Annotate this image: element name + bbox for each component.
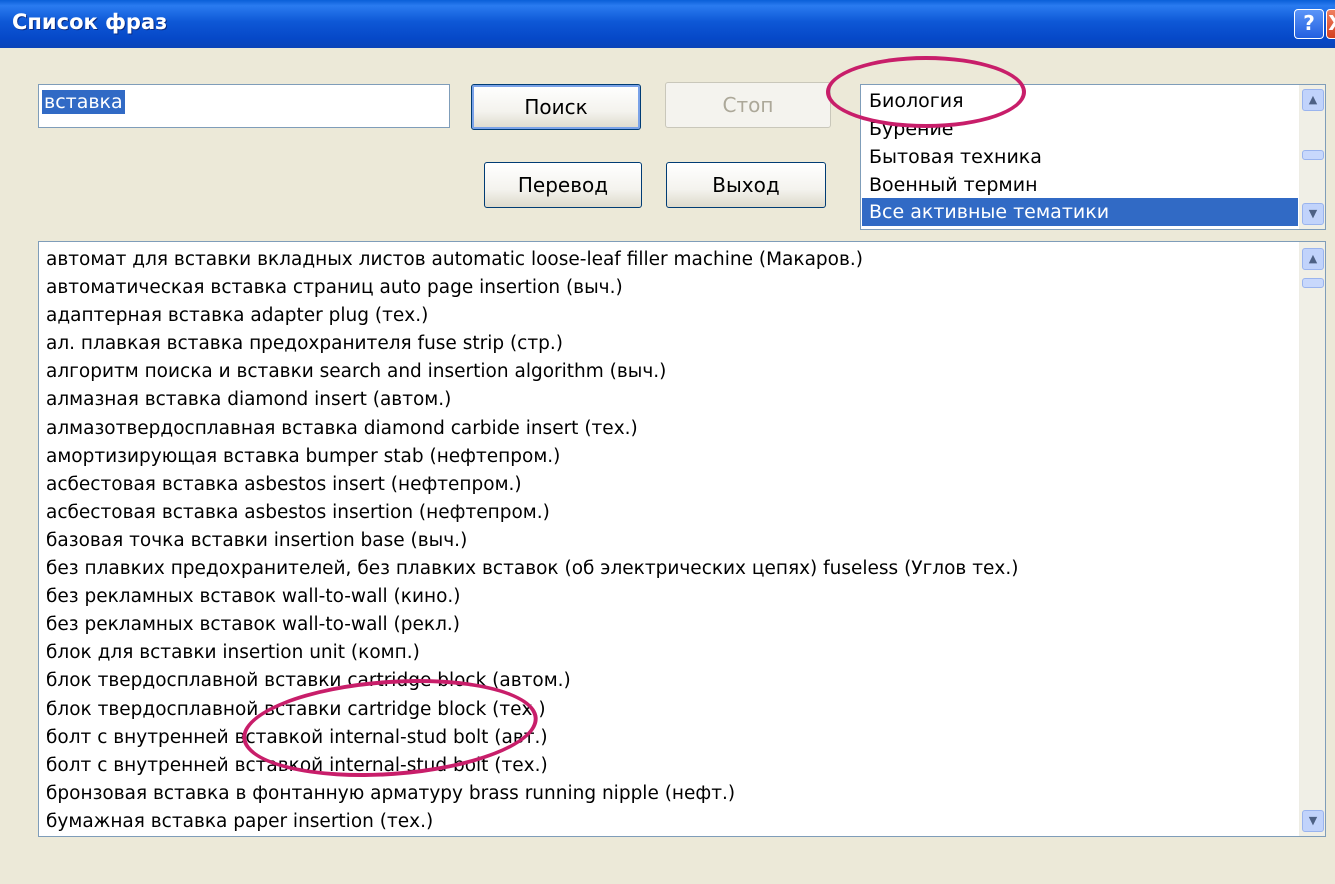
- result-item[interactable]: асбестовая вставка asbestos insertion (н…: [46, 499, 1296, 527]
- result-item[interactable]: бронзовая вставка в фонтанную арматуру b…: [46, 780, 1296, 808]
- search-button[interactable]: Поиск: [471, 84, 641, 130]
- scroll-down-icon[interactable]: ▼: [1302, 203, 1324, 225]
- result-item[interactable]: алмазотвердосплавная вставка diamond car…: [46, 415, 1296, 443]
- result-item[interactable]: блок твердосплавной вставки cartridge bl…: [46, 696, 1296, 724]
- result-item[interactable]: алмазная вставка diamond insert (автом.): [46, 386, 1296, 414]
- topic-item[interactable]: Бурение: [866, 115, 1298, 143]
- result-item[interactable]: автомат для вставки вкладных листов auto…: [46, 246, 1296, 274]
- result-item[interactable]: без рекламных вставок wall-to-wall (рекл…: [46, 611, 1296, 639]
- topic-item[interactable]: Бытовая техника: [866, 143, 1298, 171]
- stop-button[interactable]: Стоп: [665, 82, 831, 128]
- results-scrollbar[interactable]: ▲ ▼: [1299, 242, 1325, 836]
- result-item[interactable]: бумажная вставка paper insertion (тех.): [46, 808, 1296, 836]
- result-item[interactable]: автоматическая вставка страниц auto page…: [46, 274, 1296, 302]
- scroll-up-icon[interactable]: ▲: [1302, 248, 1324, 270]
- result-item[interactable]: болт с внутренней вставкой internal-stud…: [46, 752, 1296, 780]
- title-bar: Список фраз ? X: [0, 0, 1335, 48]
- help-button[interactable]: ?: [1294, 9, 1324, 39]
- result-item[interactable]: асбестовая вставка asbestos insert (нефт…: [46, 471, 1296, 499]
- result-item[interactable]: блок твердосплавной вставки cartridge bl…: [46, 667, 1296, 695]
- result-item[interactable]: амортизирующая вставка bumper stab (нефт…: [46, 443, 1296, 471]
- result-item[interactable]: без плавких предохранителей, без плавких…: [46, 555, 1296, 583]
- result-item[interactable]: базовая точка вставки insertion base (вы…: [46, 527, 1296, 555]
- search-input-value: вставка: [42, 90, 125, 114]
- scroll-up-icon[interactable]: ▲: [1302, 89, 1324, 111]
- result-item[interactable]: без рекламных вставок wall-to-wall (кино…: [46, 583, 1296, 611]
- window-title: Список фраз: [12, 10, 168, 34]
- result-item[interactable]: адаптерная вставка adapter plug (тех.): [46, 302, 1296, 330]
- exit-button[interactable]: Выход: [666, 162, 826, 208]
- scroll-thumb[interactable]: [1302, 278, 1324, 288]
- close-button[interactable]: X: [1326, 9, 1335, 39]
- topic-list[interactable]: Биология Бурение Бытовая техника Военный…: [860, 84, 1326, 230]
- topic-item[interactable]: Биология: [866, 87, 1298, 115]
- topic-scrollbar[interactable]: ▲ ▼: [1299, 85, 1325, 229]
- results-items: автомат для вставки вкладных листов auto…: [46, 246, 1296, 836]
- translate-button[interactable]: Перевод: [484, 162, 642, 208]
- search-input[interactable]: вставка: [38, 84, 450, 128]
- scroll-down-icon[interactable]: ▼: [1302, 810, 1324, 832]
- results-list[interactable]: автомат для вставки вкладных листов auto…: [38, 241, 1326, 837]
- topic-item-selected[interactable]: Все активные тематики: [862, 198, 1298, 226]
- result-item[interactable]: болт с внутренней вставкой internal-stud…: [46, 724, 1296, 752]
- result-item[interactable]: алгоритм поиска и вставки search and ins…: [46, 358, 1296, 386]
- result-item[interactable]: блок для вставки insertion unit (комп.): [46, 639, 1296, 667]
- topic-item[interactable]: Военный термин: [866, 171, 1298, 199]
- scroll-thumb[interactable]: [1302, 150, 1324, 160]
- result-item[interactable]: ал. плавкая вставка предохранителя fuse …: [46, 330, 1296, 358]
